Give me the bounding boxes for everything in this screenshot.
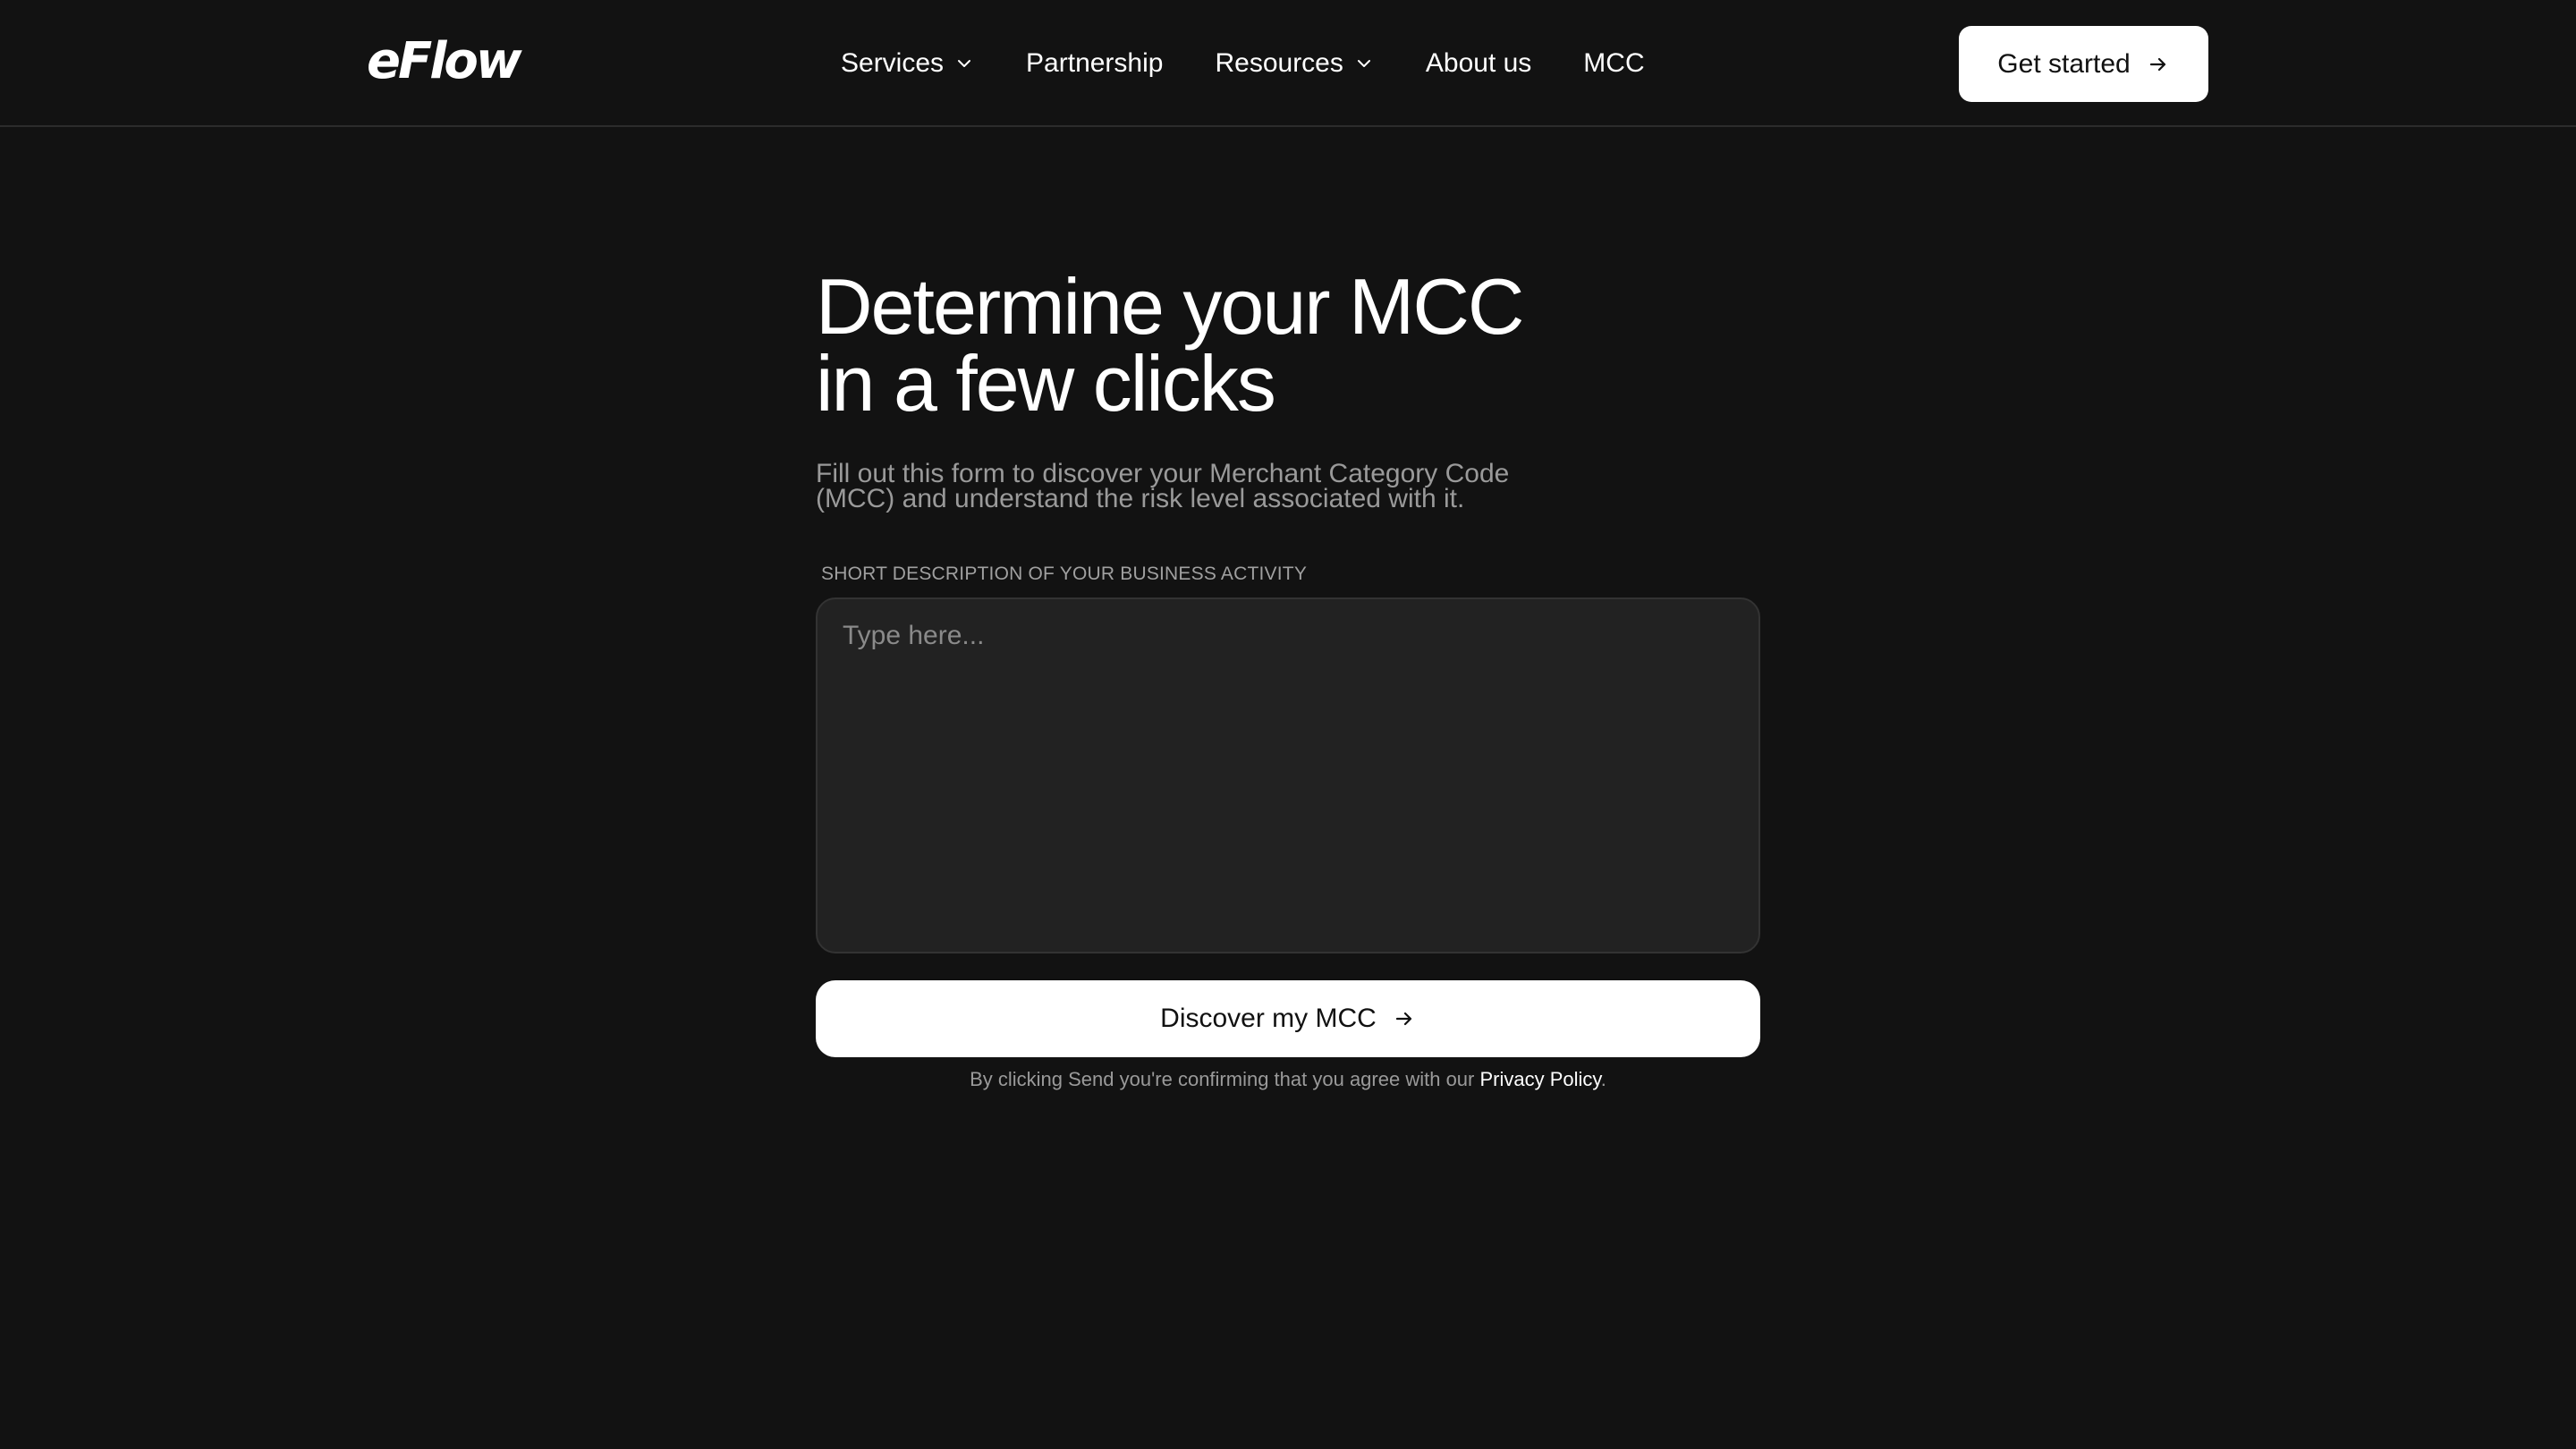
discover-mcc-label: Discover my MCC	[1160, 1004, 1377, 1033]
site-header: eFlow Services Partnership Resources Abo…	[0, 0, 2576, 127]
page-subtitle: Fill out this form to discover your Merc…	[816, 459, 1510, 513]
chevron-down-icon	[954, 54, 974, 73]
privacy-disclaimer: By clicking Send you're confirming that …	[816, 1068, 1760, 1091]
page-title-line-2: in a few clicks	[816, 339, 1276, 428]
page-title-line-1: Determine your MCC	[816, 262, 1524, 351]
nav-item-label: Partnership	[1026, 48, 1164, 78]
business-description-input[interactable]	[816, 597, 1760, 953]
chevron-down-icon	[1354, 54, 1374, 73]
business-description-label: SHORT DESCRIPTION OF YOUR BUSINESS ACTIV…	[821, 564, 1308, 584]
arrow-right-icon	[1393, 1007, 1416, 1030]
nav-item-about-us[interactable]: About us	[1426, 48, 1531, 79]
eflow-logo[interactable]: eFlow	[367, 32, 522, 90]
nav-item-label: MCC	[1583, 48, 1645, 78]
nav-item-label: Resources	[1215, 48, 1343, 78]
disclaimer-text: By clicking Send you're confirming that …	[970, 1068, 1480, 1090]
discover-mcc-button[interactable]: Discover my MCC	[816, 980, 1760, 1057]
nav-item-resources[interactable]: Resources	[1215, 48, 1373, 79]
nav-item-partnership[interactable]: Partnership	[1026, 48, 1163, 79]
nav-item-mcc[interactable]: MCC	[1583, 48, 1644, 79]
get-started-button[interactable]: Get started	[1959, 26, 2208, 102]
main-nav: Services Partnership Resources About us …	[841, 36, 1645, 91]
mcc-form-section: Determine your MCC in a few clicks Fill …	[816, 262, 1760, 1091]
disclaimer-end: .	[1600, 1068, 1606, 1090]
nav-item-label: About us	[1425, 48, 1532, 78]
page-title: Determine your MCC in a few clicks	[816, 262, 1760, 428]
nav-item-label: Services	[841, 48, 945, 78]
arrow-right-icon	[2147, 53, 2170, 76]
nav-item-services[interactable]: Services	[841, 48, 974, 79]
privacy-policy-link[interactable]: Privacy Policy	[1479, 1068, 1600, 1090]
get-started-label: Get started	[1997, 48, 2131, 79]
